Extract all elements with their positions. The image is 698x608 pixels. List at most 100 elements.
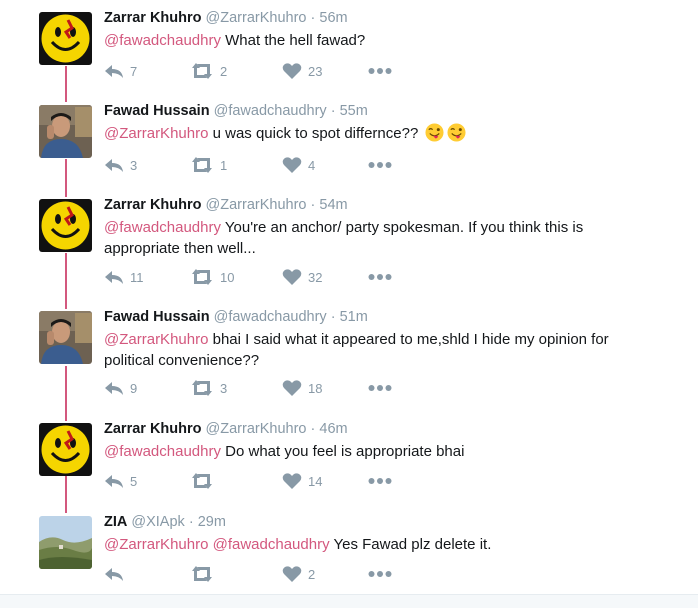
- timestamp[interactable]: 56m: [319, 10, 347, 26]
- separator-dot: ·: [310, 197, 316, 213]
- retweet-button[interactable]: [190, 565, 220, 583]
- separator-dot: ·: [310, 421, 316, 437]
- mention-link[interactable]: @fawadchaudhry: [104, 443, 221, 460]
- separator-dot: ·: [330, 103, 336, 119]
- reply-button[interactable]: 11: [104, 268, 144, 286]
- heart-icon: [282, 268, 302, 286]
- mention-link[interactable]: @fawadchaudhry: [104, 32, 221, 49]
- more-dots-icon: [368, 477, 392, 485]
- author-handle[interactable]: @XIApk: [131, 514, 184, 530]
- author-handle[interactable]: @ZarrarKhuhro: [206, 197, 307, 213]
- thread-line: [65, 253, 67, 309]
- like-button[interactable]: 32: [282, 268, 322, 286]
- timestamp[interactable]: 46m: [319, 421, 347, 437]
- reply-button[interactable]: 7: [104, 62, 137, 80]
- author-handle[interactable]: @fawadchaudhry: [214, 103, 327, 119]
- retweet-icon: [190, 268, 214, 286]
- tweet-header: Fawad Hussain @fawadchaudhry · 51m: [104, 309, 368, 325]
- author-name[interactable]: ZIA: [104, 514, 127, 530]
- reply-button[interactable]: [104, 565, 130, 583]
- more-button[interactable]: [368, 472, 392, 490]
- retweet-icon: [190, 472, 214, 490]
- person-photo-avatar[interactable]: [39, 311, 92, 364]
- retweet-button[interactable]: 10: [190, 268, 234, 286]
- reply-icon: [104, 62, 124, 80]
- tweet-header: Zarrar Khuhro @ZarrarKhuhro · 54m: [104, 197, 348, 213]
- like-count: 23: [308, 63, 323, 79]
- like-count: 4: [308, 157, 316, 173]
- reply-count: 5: [130, 473, 138, 489]
- retweet-button[interactable]: 3: [190, 379, 227, 397]
- landscape-photo-avatar[interactable]: [39, 516, 92, 569]
- tweet-text: @fawadchaudhry Do what you feel is appro…: [104, 441, 644, 462]
- like-count: 2: [308, 566, 316, 582]
- smiley-avatar[interactable]: [39, 423, 92, 476]
- person-photo-avatar[interactable]: [39, 105, 92, 158]
- like-button[interactable]: 14: [282, 472, 322, 490]
- mention-link[interactable]: @ZarrarKhuhro: [104, 536, 208, 553]
- timestamp[interactable]: 29m: [198, 514, 226, 530]
- mention-link[interactable]: @ZarrarKhuhro: [104, 125, 208, 142]
- more-button[interactable]: [368, 156, 392, 174]
- author-name[interactable]: Fawad Hussain: [104, 309, 210, 325]
- mention-link[interactable]: @fawadchaudhry: [104, 219, 221, 236]
- retweet-button[interactable]: 1: [190, 156, 227, 174]
- author-name[interactable]: Zarrar Khuhro: [104, 197, 202, 213]
- like-count: 18: [308, 380, 323, 396]
- tweet-actions: 7 2 23: [104, 62, 404, 80]
- retweet-icon: [190, 156, 214, 174]
- author-handle[interactable]: @ZarrarKhuhro: [206, 10, 307, 26]
- retweet-icon: [190, 62, 214, 80]
- author-handle[interactable]: @fawadchaudhry: [214, 309, 327, 325]
- more-dots-icon: [368, 384, 392, 392]
- tweet-header: Fawad Hussain @fawadchaudhry · 55m: [104, 103, 368, 119]
- more-dots-icon: [368, 273, 392, 281]
- reply-icon: [104, 565, 124, 583]
- reply-icon: [104, 156, 124, 174]
- timestamp[interactable]: 51m: [340, 309, 368, 325]
- more-button[interactable]: [368, 62, 392, 80]
- reply-button[interactable]: 5: [104, 472, 137, 490]
- retweet-icon: [190, 379, 214, 397]
- retweet-button[interactable]: 2: [190, 62, 227, 80]
- thread-line: [65, 366, 67, 421]
- tweet-actions: 5 14: [104, 472, 404, 490]
- mention-link[interactable]: @fawadchaudhry: [213, 536, 330, 553]
- like-button[interactable]: 23: [282, 62, 322, 80]
- tweet-text: @fawadchaudhry What the hell fawad?: [104, 30, 644, 51]
- tweet-body: Do what you feel is appropriate bhai: [225, 443, 465, 460]
- heart-icon: [282, 62, 302, 80]
- mention-link[interactable]: @ZarrarKhuhro: [104, 331, 208, 348]
- timestamp[interactable]: 55m: [340, 103, 368, 119]
- retweet-icon: [190, 565, 214, 583]
- more-button[interactable]: [368, 565, 392, 583]
- reply-count: 9: [130, 380, 138, 396]
- retweet-button[interactable]: [190, 472, 220, 490]
- like-count: 32: [308, 269, 323, 285]
- tweet-actions: 2: [104, 565, 404, 583]
- like-button[interactable]: 4: [282, 156, 315, 174]
- author-name[interactable]: Zarrar Khuhro: [104, 10, 202, 26]
- tweet-text: @ZarrarKhuhro u was quick to spot differ…: [104, 123, 644, 144]
- smiley-avatar[interactable]: [39, 199, 92, 252]
- author-name[interactable]: Zarrar Khuhro: [104, 421, 202, 437]
- more-dots-icon: [368, 161, 392, 169]
- tweet-text: @ZarrarKhuhro bhai I said what it appear…: [104, 329, 644, 371]
- author-name[interactable]: Fawad Hussain: [104, 103, 210, 119]
- tweet-actions: 11 10 32: [104, 268, 404, 286]
- timestamp[interactable]: 54m: [319, 197, 347, 213]
- more-button[interactable]: [368, 268, 392, 286]
- reply-button[interactable]: 9: [104, 379, 137, 397]
- heart-icon: [282, 379, 302, 397]
- like-button[interactable]: 2: [282, 565, 315, 583]
- separator-dot: ·: [330, 309, 336, 325]
- heart-icon: [282, 472, 302, 490]
- like-button[interactable]: 18: [282, 379, 322, 397]
- tweet-text: @ZarrarKhuhro @fawadchaudhry Yes Fawad p…: [104, 534, 644, 555]
- smiley-avatar[interactable]: [39, 12, 92, 65]
- heart-icon: [282, 565, 302, 583]
- more-button[interactable]: [368, 379, 392, 397]
- more-dots-icon: [368, 570, 392, 578]
- author-handle[interactable]: @ZarrarKhuhro: [206, 421, 307, 437]
- reply-button[interactable]: 3: [104, 156, 137, 174]
